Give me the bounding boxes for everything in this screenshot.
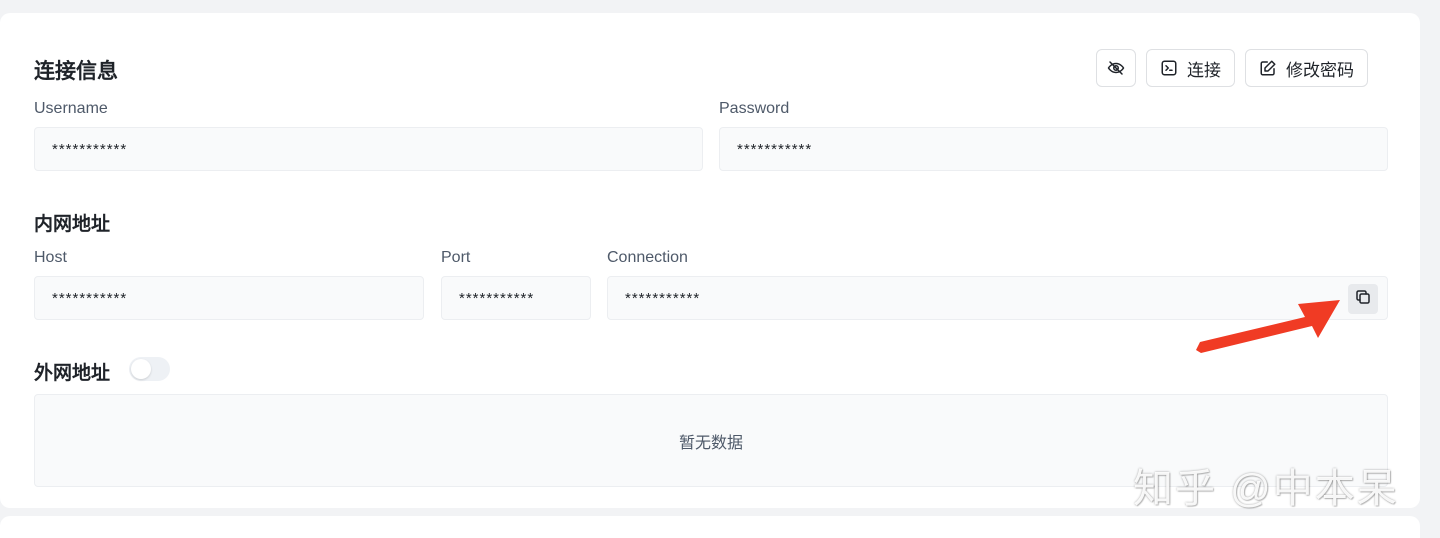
page: 连接信息 连接 修改密码 Username *********** Passwo… (0, 0, 1440, 538)
empty-state-text: 暂无数据 (678, 434, 743, 452)
port-label: Port (441, 249, 471, 266)
port-value: *********** (459, 289, 535, 307)
host-field[interactable]: *********** (34, 276, 424, 320)
connect-button-label: 连接 (1187, 60, 1221, 80)
host-label: Host (34, 249, 67, 266)
terminal-icon (1160, 59, 1178, 77)
copy-connection-button[interactable] (1348, 284, 1378, 314)
next-card (0, 516, 1420, 538)
change-password-button[interactable]: 修改密码 (1245, 49, 1368, 87)
username-field[interactable]: *********** (34, 127, 703, 171)
connection-label: Connection (607, 249, 688, 266)
external-address-title: 外网地址 (34, 363, 111, 384)
host-value: *********** (52, 289, 128, 307)
external-address-toggle[interactable] (129, 357, 170, 381)
eye-off-icon (1107, 59, 1125, 77)
password-label: Password (719, 100, 790, 117)
annotation-arrow-icon (1196, 300, 1340, 353)
password-field[interactable]: *********** (719, 127, 1388, 171)
username-label: Username (34, 100, 108, 117)
toggle-visibility-button[interactable] (1096, 49, 1136, 87)
card-title: 连接信息 (34, 60, 118, 83)
card-toolbar: 连接 修改密码 (1096, 49, 1368, 87)
internal-address-title: 内网地址 (34, 214, 111, 235)
username-value: *********** (52, 140, 128, 158)
connect-button[interactable]: 连接 (1146, 49, 1235, 87)
copy-icon (1354, 288, 1372, 310)
change-password-button-label: 修改密码 (1286, 60, 1354, 80)
port-field[interactable]: *********** (441, 276, 591, 320)
toggle-knob (131, 359, 151, 379)
password-value: *********** (737, 140, 813, 158)
edit-icon (1259, 59, 1277, 77)
watermark: 知乎 @中本呆 (1133, 467, 1399, 511)
connection-value: *********** (625, 289, 701, 307)
